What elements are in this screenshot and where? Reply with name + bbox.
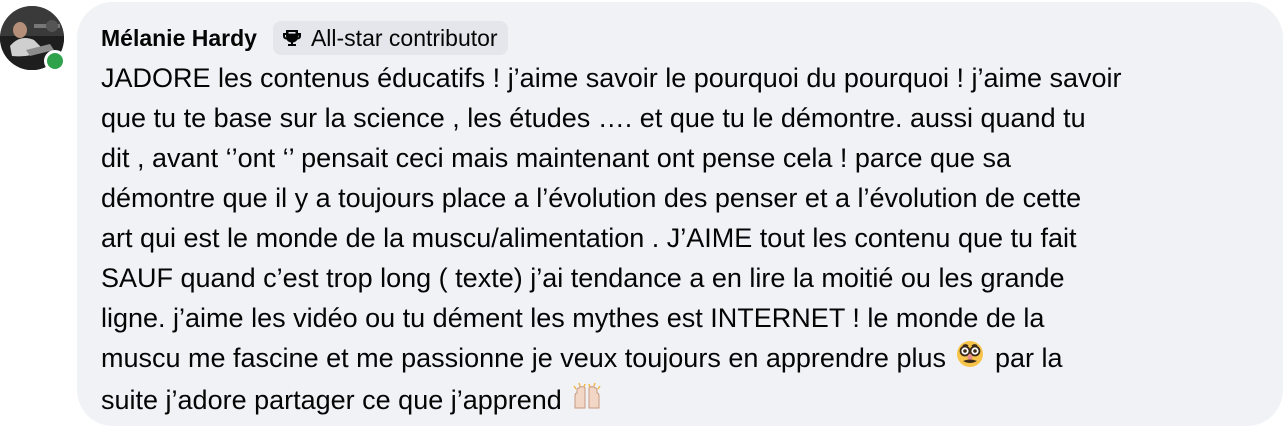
comment-text: JADORE les contenus éducatifs ! j’aime s…: [101, 58, 1259, 423]
comment-header: Mélanie Hardy All-star contributor: [101, 18, 1259, 58]
contributor-badge[interactable]: All-star contributor: [272, 21, 508, 55]
comment-text-part1: JADORE les contenus éducatifs ! j’aime s…: [101, 63, 1122, 373]
raising-hands-emoji: [571, 382, 603, 423]
avatar-container[interactable]: [0, 6, 66, 72]
online-status-dot: [44, 50, 66, 72]
trophy-icon: [281, 27, 303, 49]
comment: Mélanie Hardy All-star contributor JADOR…: [0, 0, 1288, 436]
comment-bubble: Mélanie Hardy All-star contributor JADOR…: [77, 2, 1283, 426]
badge-label: All-star contributor: [310, 24, 498, 51]
disguised-face-emoji: [955, 339, 985, 380]
author-name[interactable]: Mélanie Hardy: [101, 25, 257, 52]
